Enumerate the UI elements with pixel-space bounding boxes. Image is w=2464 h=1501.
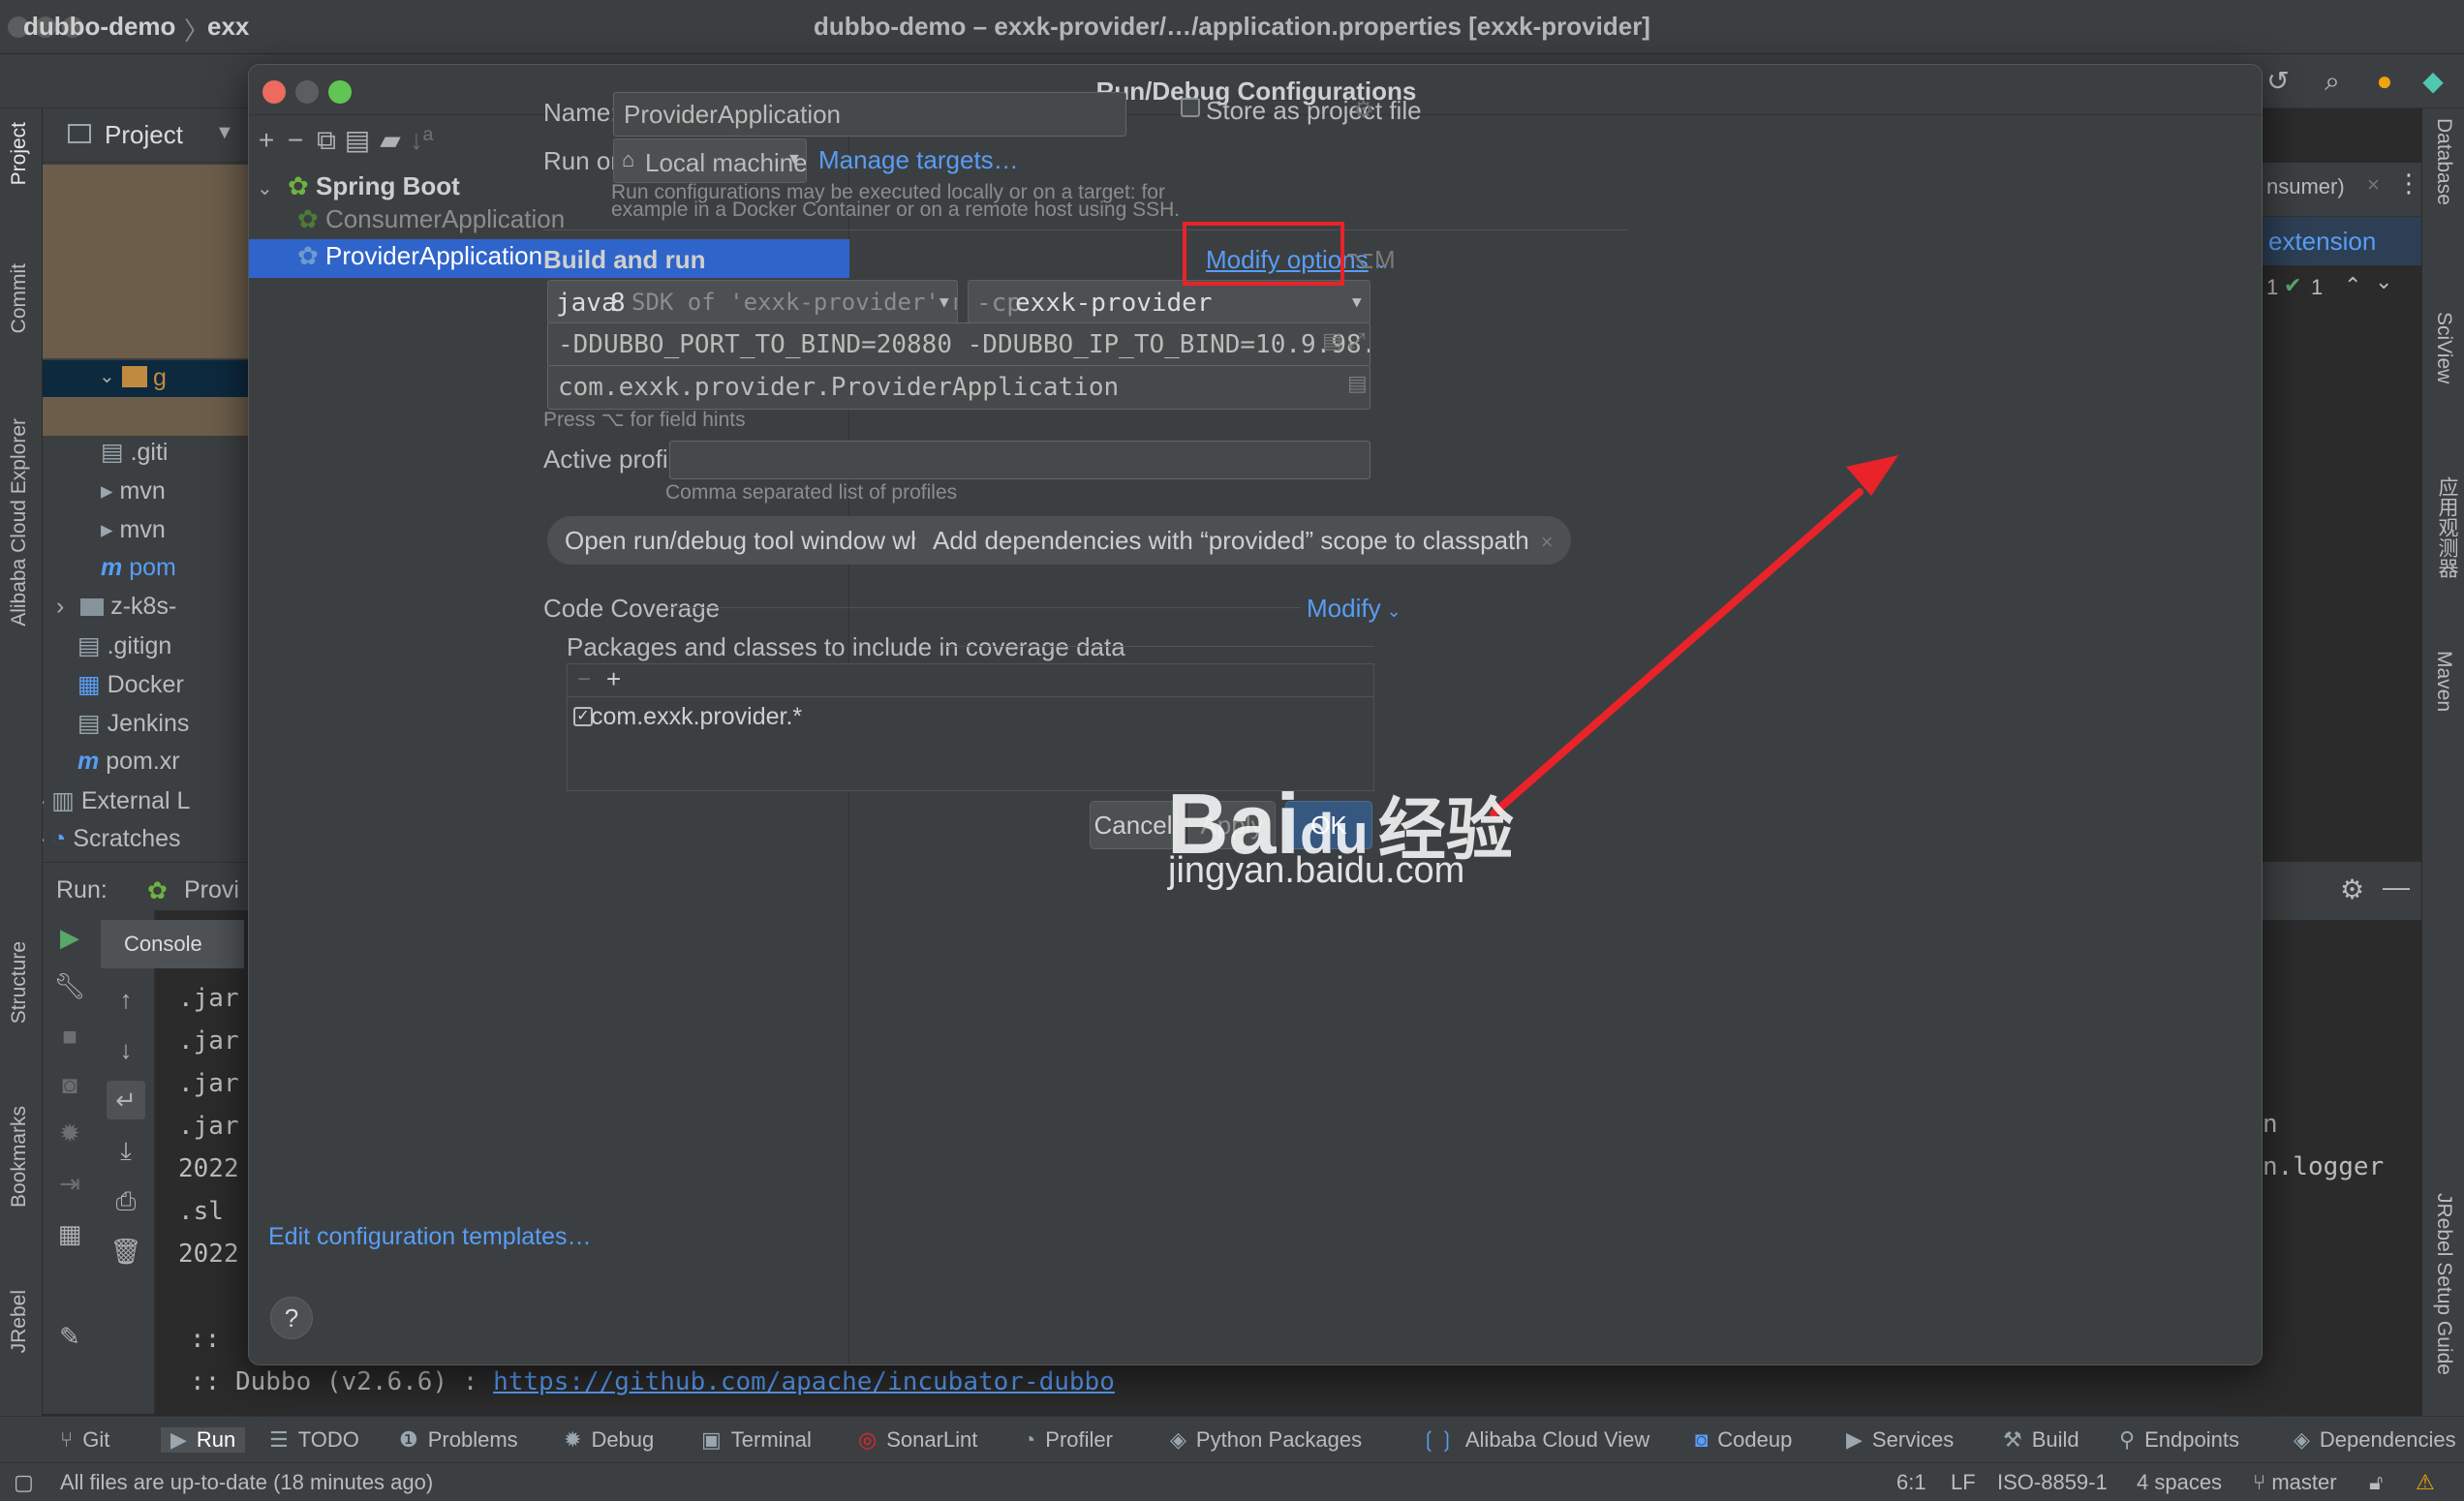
annotation-arrow-shaft — [1490, 488, 1863, 817]
annotation-arrowhead — [1846, 455, 1898, 496]
annotation-arrow — [1490, 455, 1898, 817]
baidu-watermark-url: jingyan.baidu.com — [1168, 850, 1465, 891]
